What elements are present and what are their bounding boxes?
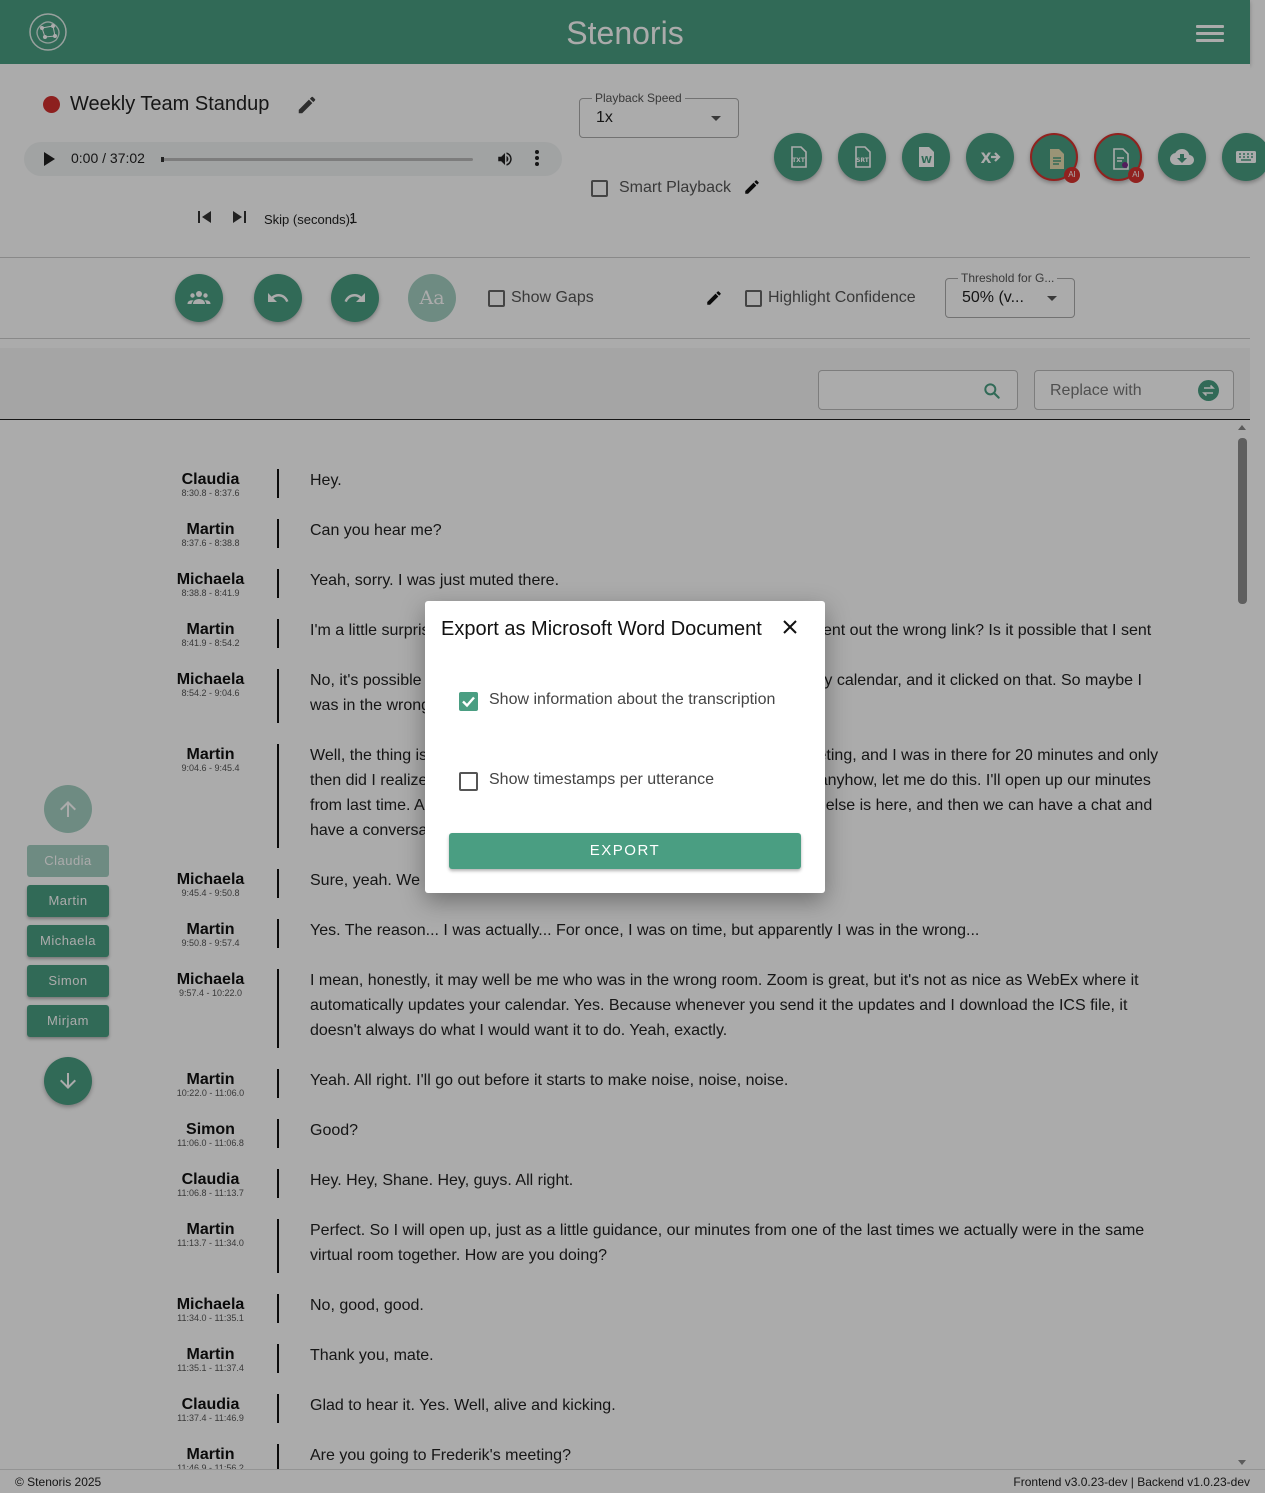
export-word-dialog: Export as Microsoft Word Document Show i…: [425, 601, 825, 893]
show-info-checkbox[interactable]: [459, 692, 478, 711]
show-timestamps-checkbox[interactable]: [459, 772, 478, 791]
export-button[interactable]: EXPORT: [449, 833, 801, 869]
show-timestamps-label: Show timestamps per utterance: [489, 771, 714, 788]
show-info-label: Show information about the transcription: [489, 691, 776, 708]
dialog-title: Export as Microsoft Word Document: [441, 618, 762, 640]
close-icon[interactable]: [781, 618, 799, 636]
